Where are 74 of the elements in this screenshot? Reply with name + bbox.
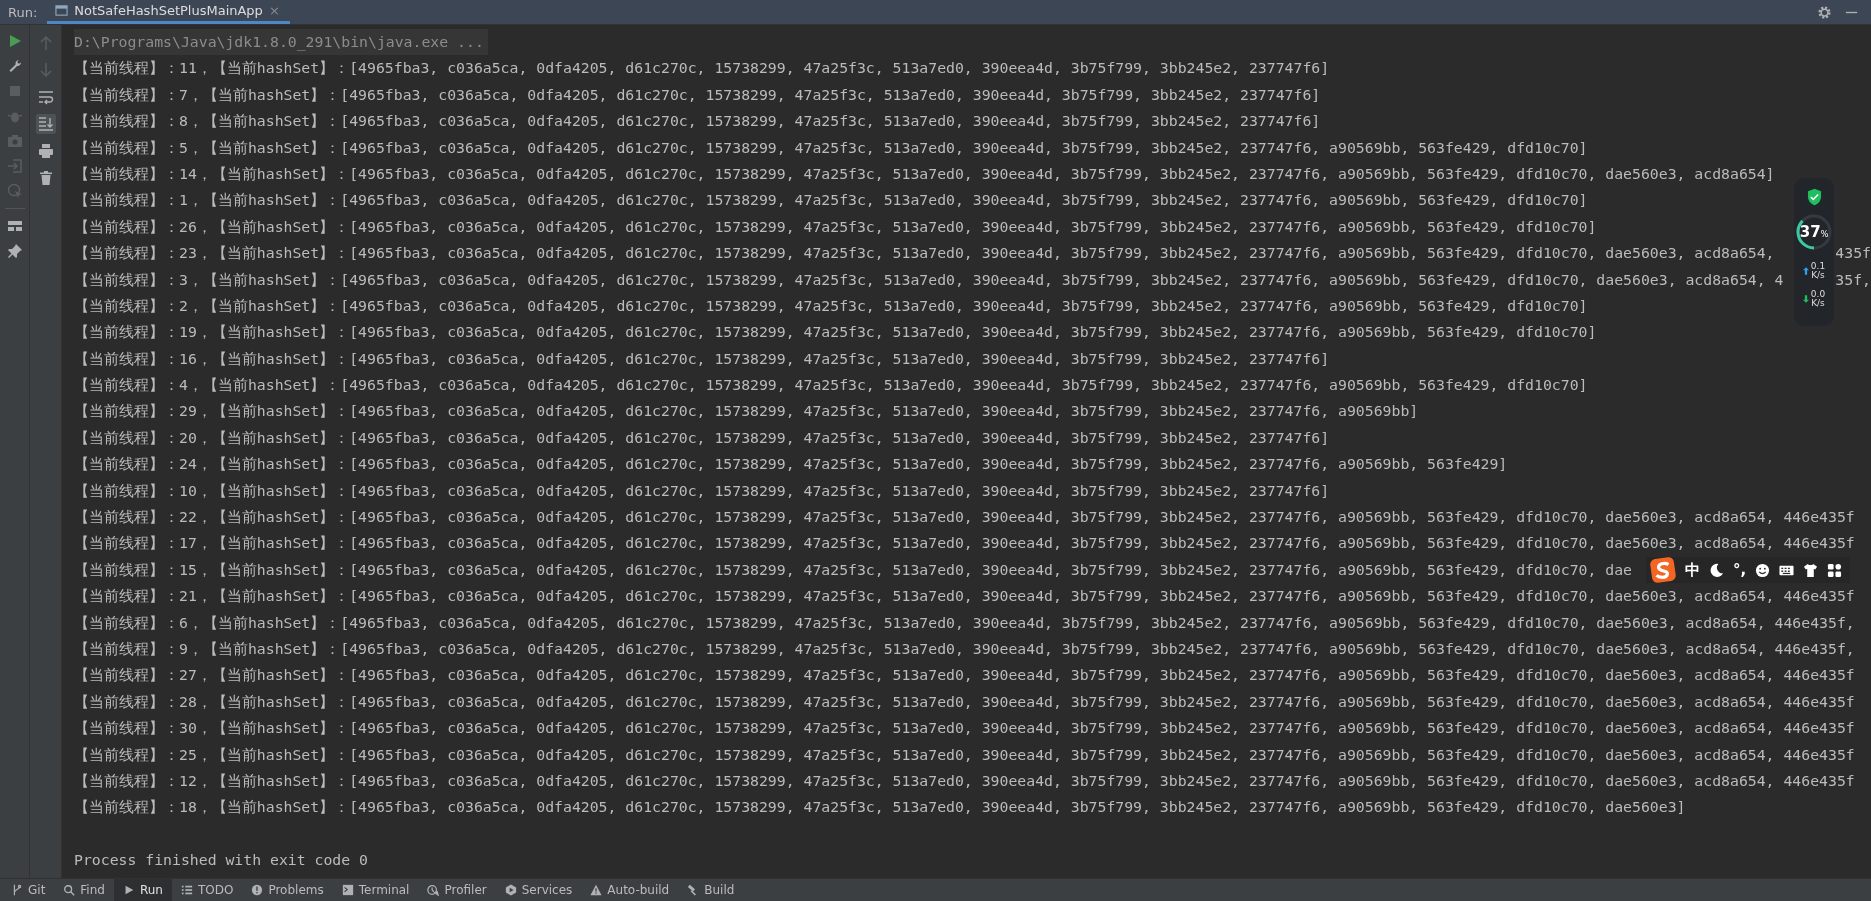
auto-build-icon — [590, 884, 603, 896]
punctuation-mode[interactable]: °, — [1733, 561, 1747, 579]
git-icon — [11, 884, 23, 896]
tool-window-button[interactable]: Build — [678, 879, 744, 901]
terminal-icon — [341, 884, 354, 896]
services-icon — [504, 884, 517, 896]
console-line: 【当前线程】：25，【当前hashSet】：[4965fba3, c036a5ca, 0dfa4205, d61c270c, 15738299, 47a25f3c, 513a7ed0, 390eea4d, 3b75f799, 3bb245e2, 237747f6, a90569bb, 563fe429, dfd10c70, dae560e3, acd8a654, 446e435f — [74, 744, 1855, 765]
console-line-end: 35f, — [1835, 269, 1871, 290]
console-line: 【当前线程】：4，【当前hashSet】：[4965fba3, c036a5ca, 0dfa4205, d61c270c, 15738299, 47a25f3c, 513a7ed0, 390eea4d, 3b75f799, 3bb245e2, 237747f6, a90569bb, 563fe429, dfd10c70] — [74, 375, 1588, 396]
tool-window-button[interactable]: Profiler — [418, 879, 496, 901]
shirt-icon[interactable] — [1803, 562, 1819, 578]
console-icon — [55, 4, 69, 17]
tool-window-button[interactable]: Find — [54, 879, 114, 901]
tool-window-button[interactable]: Auto-build — [581, 879, 679, 901]
console-line: 【当前线程】：20，【当前hashSet】：[4965fba3, c036a5ca, 0dfa4205, d61c270c, 15738299, 47a25f3c, 513a7ed0, 390eea4d, 3b75f799, 3bb245e2, 237747f6] — [74, 427, 1330, 448]
console-line: 【当前线程】：29，【当前hashSet】：[4965fba3, c036a5ca, 0dfa4205, d61c270c, 15738299, 47a25f3c, 513a7ed0, 390eea4d, 3b75f799, 3bb245e2, 237747f6, a90569bb] — [74, 401, 1419, 422]
ime-logo-icon[interactable] — [1650, 557, 1676, 583]
console-line: 【当前线程】：27，【当前hashSet】：[4965fba3, c036a5ca, 0dfa4205, d61c270c, 15738299, 47a25f3c, 513a7ed0, 390eea4d, 3b75f799, 3bb245e2, 237747f6, a90569bb, 563fe429, dfd10c70, dae560e3, acd8a654, 446e435f — [74, 665, 1855, 686]
moon-icon[interactable] — [1709, 562, 1724, 578]
tool-window-button[interactable]: Terminal — [332, 879, 419, 901]
tool-window-button[interactable]: Problems — [242, 879, 333, 901]
security-widget[interactable]: 37% 0.1 K/s 0.0 K/s — [1794, 178, 1834, 326]
smiley-icon[interactable] — [1755, 562, 1771, 578]
console-line: 【当前线程】：19，【当前hashSet】：[4965fba3, c036a5ca, 0dfa4205, d61c270c, 15738299, 47a25f3c, 513a7ed0, 390eea4d, 3b75f799, 3bb245e2, 237747f6, a90569bb, 563fe429, dfd10c70] — [74, 322, 1597, 343]
todo-icon — [180, 884, 193, 896]
settings-icon[interactable] — [1817, 4, 1832, 20]
run-tab[interactable]: NotSafeHashSetPlusMainApp × — [47, 0, 290, 24]
console-line: 【当前线程】：15，【当前hashSet】：[4965fba3, c036a5ca, 0dfa4205, d61c270c, 15738299, 47a25f3c, 513a7ed0, 390eea4d, 3b75f799, 3bb245e2, 237747f6, a90569bb, 563fe429, dfd10c70, dae — [74, 559, 1632, 580]
tool-window-button[interactable]: TODO — [171, 879, 243, 901]
find-icon — [63, 884, 76, 896]
tool-window-button[interactable]: Git — [2, 879, 55, 901]
console-line: 【当前线程】：6，【当前hashSet】：[4965fba3, c036a5ca, 0dfa4205, d61c270c, 15738299, 47a25f3c, 513a7ed0, 390eea4d, 3b75f799, 3bb245e2, 237747f6, a90569bb, 563fe429, dfd10c70, dae560e3, acd8a654, 446e435f, — [74, 612, 1855, 633]
shield-check-icon — [1805, 188, 1823, 206]
layout-icon[interactable] — [6, 218, 23, 234]
close-button[interactable]: × — [268, 3, 280, 18]
console-line-end: 435f — [1835, 243, 1871, 264]
tool-window-button[interactable]: Run — [113, 879, 172, 901]
upload-arrow-icon — [1802, 267, 1809, 275]
console-line: 【当前线程】：11，【当前hashSet】：[4965fba3, c036a5ca, 0dfa4205, d61c270c, 15738299, 47a25f3c, 513a7ed0, 390eea4d, 3b75f799, 3bb245e2, 237747f6] — [74, 58, 1330, 79]
exit-message: Process finished with exit code 0 — [74, 850, 368, 871]
ime-mode[interactable]: 中 — [1685, 560, 1700, 580]
upload-speed: 0.1 K/s — [1810, 262, 1826, 280]
download-speed: 0.0 K/s — [1810, 290, 1826, 308]
console-line: 【当前线程】：16，【当前hashSet】：[4965fba3, c036a5ca, 0dfa4205, d61c270c, 15738299, 47a25f3c, 513a7ed0, 390eea4d, 3b75f799, 3bb245e2, 237747f6] — [74, 348, 1330, 369]
usage-percent: 37% — [1798, 222, 1830, 243]
console-line: 【当前线程】：30，【当前hashSet】：[4965fba3, c036a5ca, 0dfa4205, d61c270c, 15738299, 47a25f3c, 513a7ed0, 390eea4d, 3b75f799, 3bb245e2, 237747f6, a90569bb, 563fe429, dfd10c70, dae560e3, acd8a654, 446e435f — [74, 718, 1855, 739]
console-line: 【当前线程】：21，【当前hashSet】：[4965fba3, c036a5ca, 0dfa4205, d61c270c, 15738299, 47a25f3c, 513a7ed0, 390eea4d, 3b75f799, 3bb245e2, 237747f6, a90569bb, 563fe429, dfd10c70, dae560e3, acd8a654, 446e435f — [74, 586, 1855, 607]
console-line: 【当前线程】：23，【当前hashSet】：[4965fba3, c036a5ca, 0dfa4205, d61c270c, 15738299, 47a25f3c, 513a7ed0, 390eea4d, 3b75f799, 3bb245e2, 237747f6, a90569bb, 563fe429, dfd10c70, dae560e3, acd8a654, — [74, 243, 1775, 264]
pin-icon[interactable] — [6, 243, 23, 259]
console-line: 【当前线程】：2，【当前hashSet】：[4965fba3, c036a5ca, 0dfa4205, d61c270c, 15738299, 47a25f3c, 513a7ed0, 390eea4d, 3b75f799, 3bb245e2, 237747f6, a90569bb, 563fe429, dfd10c70] — [74, 295, 1588, 316]
console-line: 【当前线程】：12，【当前hashSet】：[4965fba3, c036a5ca, 0dfa4205, d61c270c, 15738299, 47a25f3c, 513a7ed0, 390eea4d, 3b75f799, 3bb245e2, 237747f6, a90569bb, 563fe429, dfd10c70, dae560e3, acd8a654, 446e435f — [74, 770, 1855, 791]
console-line: 【当前线程】：3，【当前hashSet】：[4965fba3, c036a5ca, 0dfa4205, d61c270c, 15738299, 47a25f3c, 513a7ed0, 390eea4d, 3b75f799, 3bb245e2, 237747f6, a90569bb, 563fe429, dfd10c70, dae560e3, acd8a654, 4 — [74, 269, 1784, 290]
console-line: 【当前线程】：26，【当前hashSet】：[4965fba3, c036a5ca, 0dfa4205, d61c270c, 15738299, 47a25f3c, 513a7ed0, 390eea4d, 3b75f799, 3bb245e2, 237747f6, a90569bb, 563fe429, dfd10c70] — [74, 216, 1597, 237]
download-arrow-icon — [1802, 295, 1809, 303]
tool-window-button[interactable]: Services — [495, 879, 582, 901]
console-line: 【当前线程】：28，【当前hashSet】：[4965fba3, c036a5ca, 0dfa4205, d61c270c, 15738299, 47a25f3c, 513a7ed0, 390eea4d, 3b75f799, 3bb245e2, 237747f6, a90569bb, 563fe429, dfd10c70, dae560e3, acd8a654, 446e435f — [74, 691, 1855, 712]
console-line: 【当前线程】：17，【当前hashSet】：[4965fba3, c036a5ca, 0dfa4205, d61c270c, 15738299, 47a25f3c, 513a7ed0, 390eea4d, 3b75f799, 3bb245e2, 237747f6, a90569bb, 563fe429, dfd10c70, dae560e3, acd8a654, 446e435f — [74, 533, 1855, 554]
console-line: 【当前线程】：18，【当前hashSet】：[4965fba3, c036a5ca, 0dfa4205, d61c270c, 15738299, 47a25f3c, 513a7ed0, 390eea4d, 3b75f799, 3bb245e2, 237747f6, a90569bb, 563fe429, dfd10c70, dae560e3] — [74, 797, 1686, 818]
console-line: 【当前线程】：10，【当前hashSet】：[4965fba3, c036a5ca, 0dfa4205, d61c270c, 15738299, 47a25f3c, 513a7ed0, 390eea4d, 3b75f799, 3bb245e2, 237747f6] — [74, 480, 1330, 501]
scroll-end-icon[interactable] — [35, 114, 56, 134]
console-line: 【当前线程】：5，【当前hashSet】：[4965fba3, c036a5ca, 0dfa4205, d61c270c, 15738299, 47a25f3c, 513a7ed0, 390eea4d, 3b75f799, 3bb245e2, 237747f6, a90569bb, 563fe429, dfd10c70] — [74, 137, 1588, 158]
wrench-icon[interactable] — [6, 58, 23, 74]
grid-icon[interactable] — [1827, 562, 1843, 578]
console-line: 【当前线程】：9，【当前hashSet】：[4965fba3, c036a5ca, 0dfa4205, d61c270c, 15738299, 47a25f3c, 513a7ed0, 390eea4d, 3b75f799, 3bb245e2, 237747f6, a90569bb, 563fe429, dfd10c70, dae560e3, acd8a654, 446e435f, — [74, 639, 1855, 659]
profiler-icon — [427, 884, 440, 896]
console-line: 【当前线程】：1，【当前hashSet】：[4965fba3, c036a5ca, 0dfa4205, d61c270c, 15738299, 47a25f3c, 513a7ed0, 390eea4d, 3b75f799, 3bb245e2, 237747f6, a90569bb, 563fe429, dfd10c70] — [74, 190, 1588, 211]
problems-icon — [251, 884, 264, 896]
console-line: 【当前线程】：22，【当前hashSet】：[4965fba3, c036a5ca, 0dfa4205, d61c270c, 15738299, 47a25f3c, 513a7ed0, 390eea4d, 3b75f799, 3bb245e2, 237747f6, a90569bb, 563fe429, dfd10c70, dae560e3, acd8a654, 446e435f — [74, 507, 1855, 528]
panel-title: Run: — [7, 4, 39, 20]
console-line: 【当前线程】：7，【当前hashSet】：[4965fba3, c036a5ca, 0dfa4205, d61c270c, 15738299, 47a25f3c, 513a7ed0, 390eea4d, 3b75f799, 3bb245e2, 237747f6] — [74, 84, 1321, 105]
usage-ring — [1794, 212, 1834, 252]
console-line: 【当前线程】：24，【当前hashSet】：[4965fba3, c036a5ca, 0dfa4205, d61c270c, 15738299, 47a25f3c, 513a7ed0, 390eea4d, 3b75f799, 3bb245e2, 237747f6, a90569bb, 563fe429] — [74, 454, 1508, 475]
console-line: 【当前线程】：8，【当前hashSet】：[4965fba3, c036a5ca, 0dfa4205, d61c270c, 15738299, 47a25f3c, 513a7ed0, 390eea4d, 3b75f799, 3bb245e2, 237747f6] — [74, 111, 1321, 132]
console-line: 【当前线程】：14，【当前hashSet】：[4965fba3, c036a5ca, 0dfa4205, d61c270c, 15738299, 47a25f3c, 513a7ed0, 390eea4d, 3b75f799, 3bb245e2, 237747f6, a90569bb, 563fe429, dfd10c70, dae560e3, acd8a654] — [74, 163, 1775, 184]
